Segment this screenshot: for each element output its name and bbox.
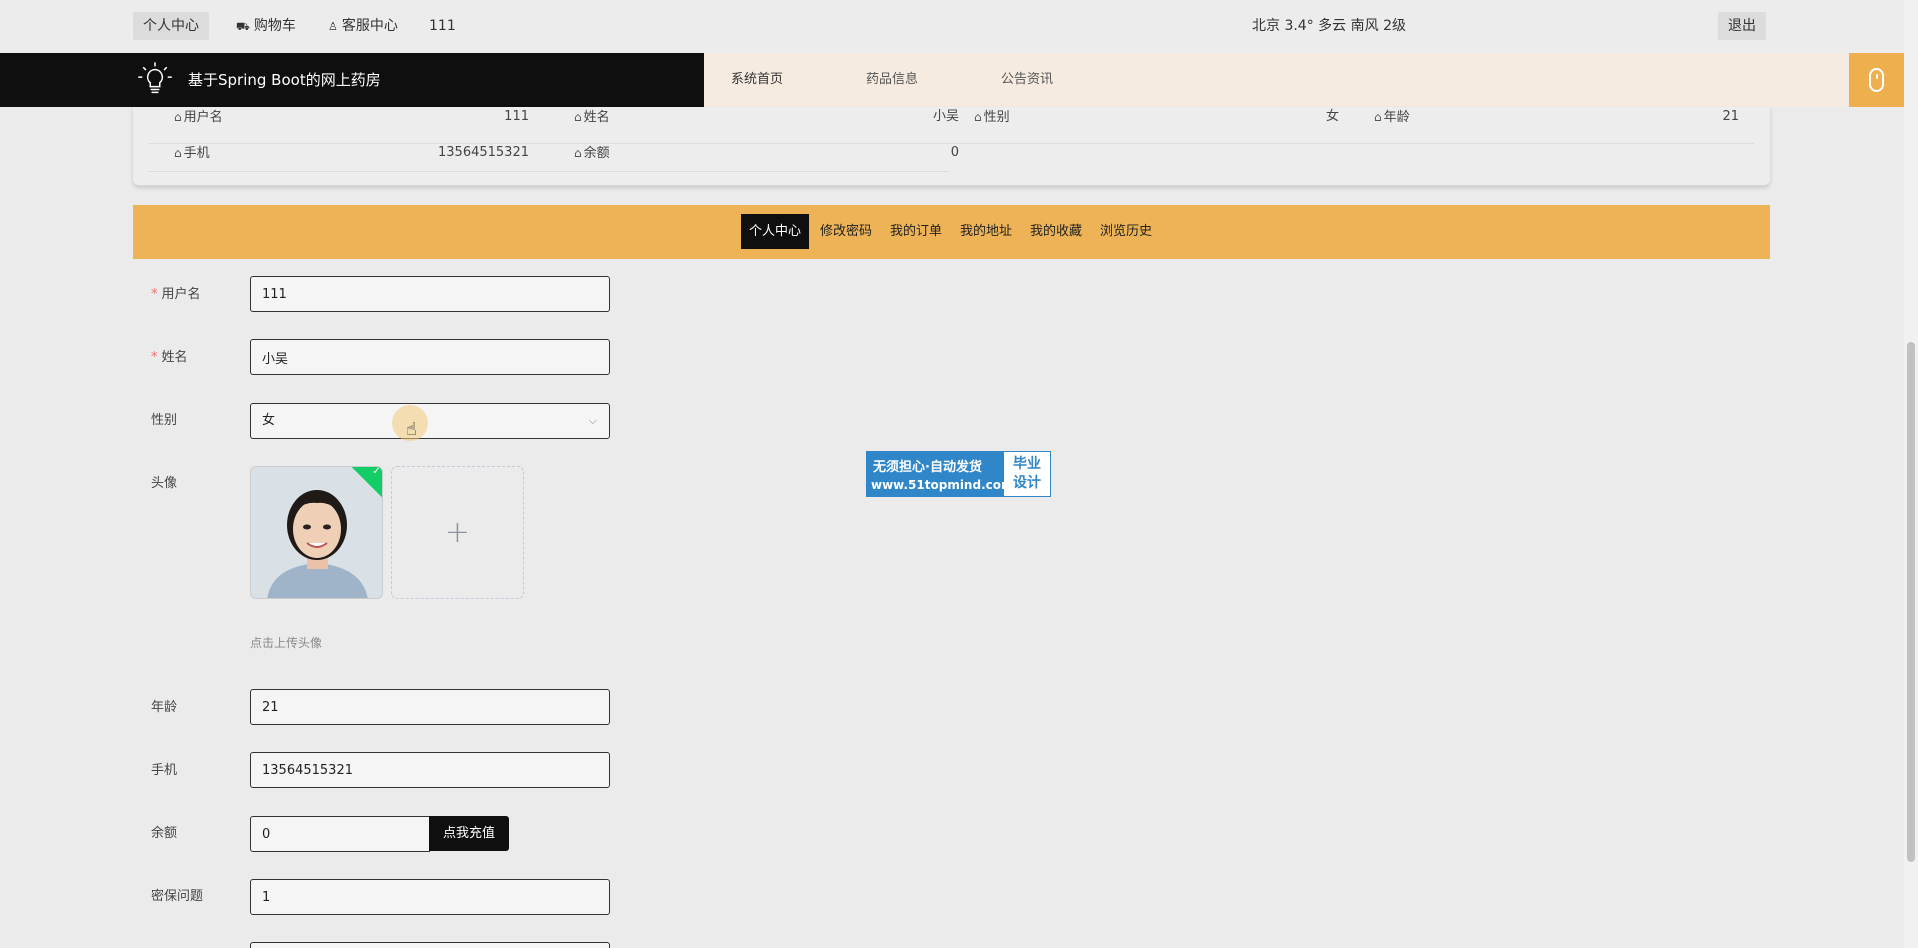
info-label-gender: ⌂ 性别 <box>974 110 1010 125</box>
info-label-balance: ⌂ 余额 <box>574 146 610 161</box>
tab-my-favorites[interactable]: 我的收藏 <box>1022 214 1090 249</box>
service-link[interactable]: ♙ 客服中心 <box>318 12 408 40</box>
logout-button[interactable]: 退出 <box>1718 12 1766 40</box>
current-username: 111 <box>429 18 456 34</box>
profile-tab-bar: 个人中心 修改密码 我的订单 我的地址 我的收藏 浏览历史 <box>133 205 1770 259</box>
age-field[interactable] <box>250 689 610 725</box>
mouse-cursor: ☝ <box>392 405 428 441</box>
gender-select[interactable]: 女 ⌵ <box>250 403 610 439</box>
info-value-phone: 13564515321 <box>438 145 529 160</box>
weather-info: 北京 3.4° 多云 南风 2级 <box>1252 18 1406 34</box>
avatar-upload-button[interactable]: + <box>391 466 524 599</box>
personal-center-link[interactable]: 个人中心 <box>133 12 209 40</box>
security-question-label: 密保问题 <box>151 889 204 904</box>
balance-field[interactable] <box>250 816 430 852</box>
info-value-name: 小吴 <box>932 109 959 124</box>
info-value-gender: 女 <box>1325 109 1339 124</box>
scrollbar-thumb[interactable] <box>1907 342 1915 862</box>
watermark-line2: www.51topmind.com <box>871 478 1014 492</box>
home-icon: ⌂ <box>1374 110 1382 124</box>
tab-my-address[interactable]: 我的地址 <box>952 214 1020 249</box>
watermark-right: 毕业 设计 <box>1004 452 1050 496</box>
service-label: 客服中心 <box>341 18 398 34</box>
chevron-down-icon: ⌵ <box>588 414 597 427</box>
avatar-image[interactable] <box>250 466 383 599</box>
recharge-button[interactable]: 点我充值 <box>429 816 509 851</box>
home-icon: ⌂ <box>174 110 182 124</box>
home-icon: ⌂ <box>174 146 182 160</box>
phone-field[interactable] <box>250 752 610 788</box>
cart-icon: ⛟ <box>236 20 250 33</box>
next-field-edge[interactable] <box>250 942 610 948</box>
watermark-line1: 无须担心·自动发货 <box>873 460 982 475</box>
info-label-phone: ⌂ 手机 <box>174 146 210 161</box>
avatar-portrait <box>251 467 382 598</box>
gender-select-value: 女 <box>262 413 276 428</box>
info-value-username: 111 <box>504 109 529 124</box>
lightbulb-logo-icon <box>138 62 172 94</box>
tab-my-orders[interactable]: 我的订单 <box>882 214 950 249</box>
watermark-badge: 无须担心·自动发货 www.51topmind.com 毕业 设计 <box>866 451 1051 497</box>
mouse-icon <box>1869 68 1884 92</box>
username-label: * 用户名 <box>151 287 201 302</box>
avatar-label: 头像 <box>151 476 178 491</box>
avatar-upload-hint[interactable]: 点击上传头像 <box>250 634 322 651</box>
age-label: 年龄 <box>151 700 178 715</box>
name-label: * 姓名 <box>151 350 188 365</box>
user-icon: ♙ <box>328 20 338 33</box>
scroll-mouse-button[interactable] <box>1849 53 1904 107</box>
info-value-age: 21 <box>1722 109 1739 124</box>
cart-link[interactable]: ⛟ 购物车 <box>226 12 306 40</box>
page-scrollbar[interactable] <box>1904 0 1918 948</box>
phone-label: 手机 <box>151 763 178 778</box>
info-row: ⌂ 手机 13564515321 ⌂ 余额 0 <box>149 135 959 172</box>
info-value-balance: 0 <box>950 145 959 160</box>
cart-label: 购物车 <box>253 18 296 34</box>
plus-icon: + <box>444 515 471 550</box>
nav-home[interactable]: 系统首页 <box>731 53 783 107</box>
top-bar: 个人中心 ⛟ 购物车 ♙ 客服中心 111 北京 3.4° 多云 南风 2级 退出 <box>0 0 1904 53</box>
tab-change-password[interactable]: 修改密码 <box>812 214 880 249</box>
tab-browse-history[interactable]: 浏览历史 <box>1092 214 1160 249</box>
name-field[interactable] <box>250 339 610 375</box>
hand-pointer-icon: ☝ <box>406 419 417 440</box>
info-label-age: ⌂ 年龄 <box>1374 110 1410 125</box>
balance-label: 余额 <box>151 826 178 841</box>
home-icon: ⌂ <box>974 110 982 124</box>
info-label-username: ⌂ 用户名 <box>174 110 223 125</box>
info-label-name: ⌂ 姓名 <box>574 110 610 125</box>
username-field[interactable] <box>250 276 610 312</box>
user-info-card: ⌂ 用户名 111 ⌂ 姓名 小吴 ⌂ 性别 女 ⌂ 年龄 21 ⌂ 手机 1356451… <box>133 107 1770 186</box>
gender-label: 性别 <box>151 413 178 428</box>
security-question-field[interactable] <box>250 879 610 915</box>
tab-personal-center[interactable]: 个人中心 <box>741 214 810 249</box>
home-icon: ⌂ <box>574 110 582 124</box>
home-icon: ⌂ <box>574 146 582 160</box>
